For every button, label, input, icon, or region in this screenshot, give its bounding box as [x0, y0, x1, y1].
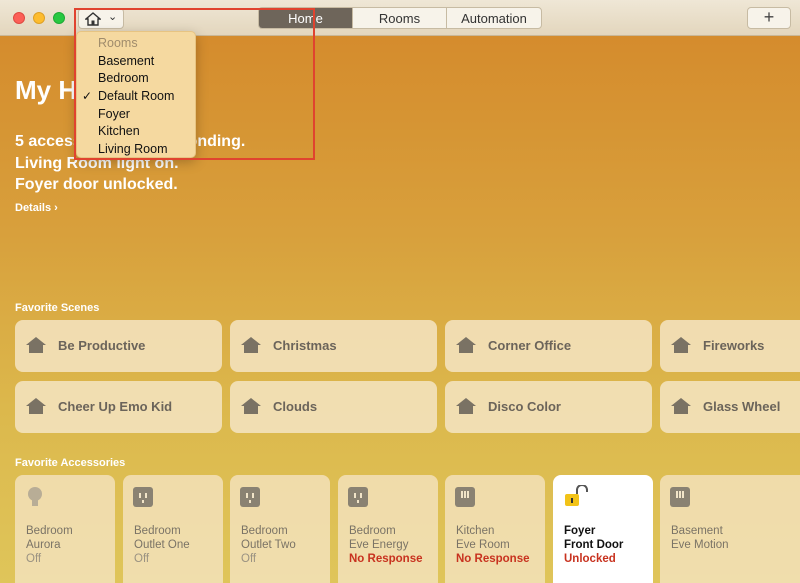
- tab-rooms[interactable]: Rooms: [353, 8, 447, 28]
- accessory-name: Outlet One: [134, 539, 190, 551]
- accessory-tile[interactable]: Kitchen Eve Room No Response: [445, 475, 545, 583]
- scene-tile[interactable]: Cheer Up Emo Kid: [15, 381, 222, 433]
- scene-tile[interactable]: Christmas: [230, 320, 437, 372]
- accessory-tile[interactable]: Bedroom Outlet Two Off: [230, 475, 330, 583]
- tab-automation[interactable]: Automation: [447, 8, 541, 28]
- accessory-name: Eve Motion: [671, 539, 729, 551]
- status-line: Foyer door unlocked.: [15, 176, 178, 193]
- house-icon: [26, 337, 46, 353]
- accessory-tile[interactable]: Basement Eve Motion: [660, 475, 800, 583]
- house-icon: [671, 337, 691, 353]
- accessory-tile[interactable]: Bedroom Outlet One Off: [123, 475, 223, 583]
- accessory-status: Off: [241, 553, 257, 565]
- accessory-status: No Response: [349, 553, 423, 565]
- scene-label: Corner Office: [488, 338, 572, 353]
- accessory-name: Eve Energy: [349, 539, 409, 551]
- accessory-status: No Response: [456, 553, 530, 565]
- scene-label: Glass Wheel: [703, 399, 781, 414]
- house-icon: [241, 398, 261, 414]
- accessory-tile[interactable]: Foyer Front Door Unlocked: [553, 475, 653, 583]
- close-window-button[interactable]: [13, 12, 25, 24]
- accessory-room: Foyer: [564, 525, 596, 537]
- accessory-room: Bedroom: [349, 525, 396, 537]
- favorite-scenes-label: Favorite Scenes: [15, 302, 100, 314]
- highlight-box: [74, 8, 315, 160]
- accessory-room: Kitchen: [456, 525, 495, 537]
- outlet-icon: [240, 487, 260, 507]
- details-link[interactable]: Details ›: [15, 202, 58, 214]
- house-icon: [26, 398, 46, 414]
- house-icon: [241, 337, 261, 353]
- outlet-icon: [348, 487, 368, 507]
- scene-label: Clouds: [273, 399, 318, 414]
- scene-tile[interactable]: Disco Color: [445, 381, 652, 433]
- accessory-tile[interactable]: Bedroom Eve Energy No Response: [338, 475, 438, 583]
- scene-label: Christmas: [273, 338, 337, 353]
- scene-tile[interactable]: Glass Wheel: [660, 381, 800, 433]
- accessory-name: Front Door: [564, 539, 624, 551]
- zoom-window-button[interactable]: [53, 12, 65, 24]
- scene-label: Disco Color: [488, 399, 561, 414]
- accessory-status: Unlocked: [564, 553, 616, 565]
- accessory-status: Off: [26, 553, 42, 565]
- accessory-status: Off: [134, 553, 150, 565]
- minimize-window-button[interactable]: [33, 12, 45, 24]
- sensor-icon: [455, 487, 475, 507]
- outlet-icon: [133, 487, 153, 507]
- accessory-tile[interactable]: Bedroom Aurora Off: [15, 475, 115, 583]
- accessory-name: Outlet Two: [241, 539, 296, 551]
- add-button[interactable]: +: [747, 7, 791, 29]
- house-icon: [671, 398, 691, 414]
- bulb-icon: [28, 487, 42, 506]
- scene-label: Fireworks: [703, 338, 765, 353]
- scene-tile[interactable]: Be Productive: [15, 320, 222, 372]
- scene-tile[interactable]: Fireworks: [660, 320, 800, 372]
- sensor-icon: [670, 487, 690, 507]
- favorite-accessories-label: Favorite Accessories: [15, 457, 126, 469]
- accessory-room: Bedroom: [241, 525, 288, 537]
- accessory-name: Aurora: [26, 539, 61, 551]
- scene-label: Be Productive: [58, 338, 146, 353]
- scene-tile[interactable]: Clouds: [230, 381, 437, 433]
- scene-tile[interactable]: Corner Office: [445, 320, 652, 372]
- accessory-room: Bedroom: [26, 525, 73, 537]
- lock-icon: [565, 485, 588, 506]
- accessory-room: Basement: [671, 525, 723, 537]
- accessory-room: Bedroom: [134, 525, 181, 537]
- scene-label: Cheer Up Emo Kid: [58, 399, 173, 414]
- accessory-name: Eve Room: [456, 539, 510, 551]
- house-icon: [456, 337, 476, 353]
- house-icon: [456, 398, 476, 414]
